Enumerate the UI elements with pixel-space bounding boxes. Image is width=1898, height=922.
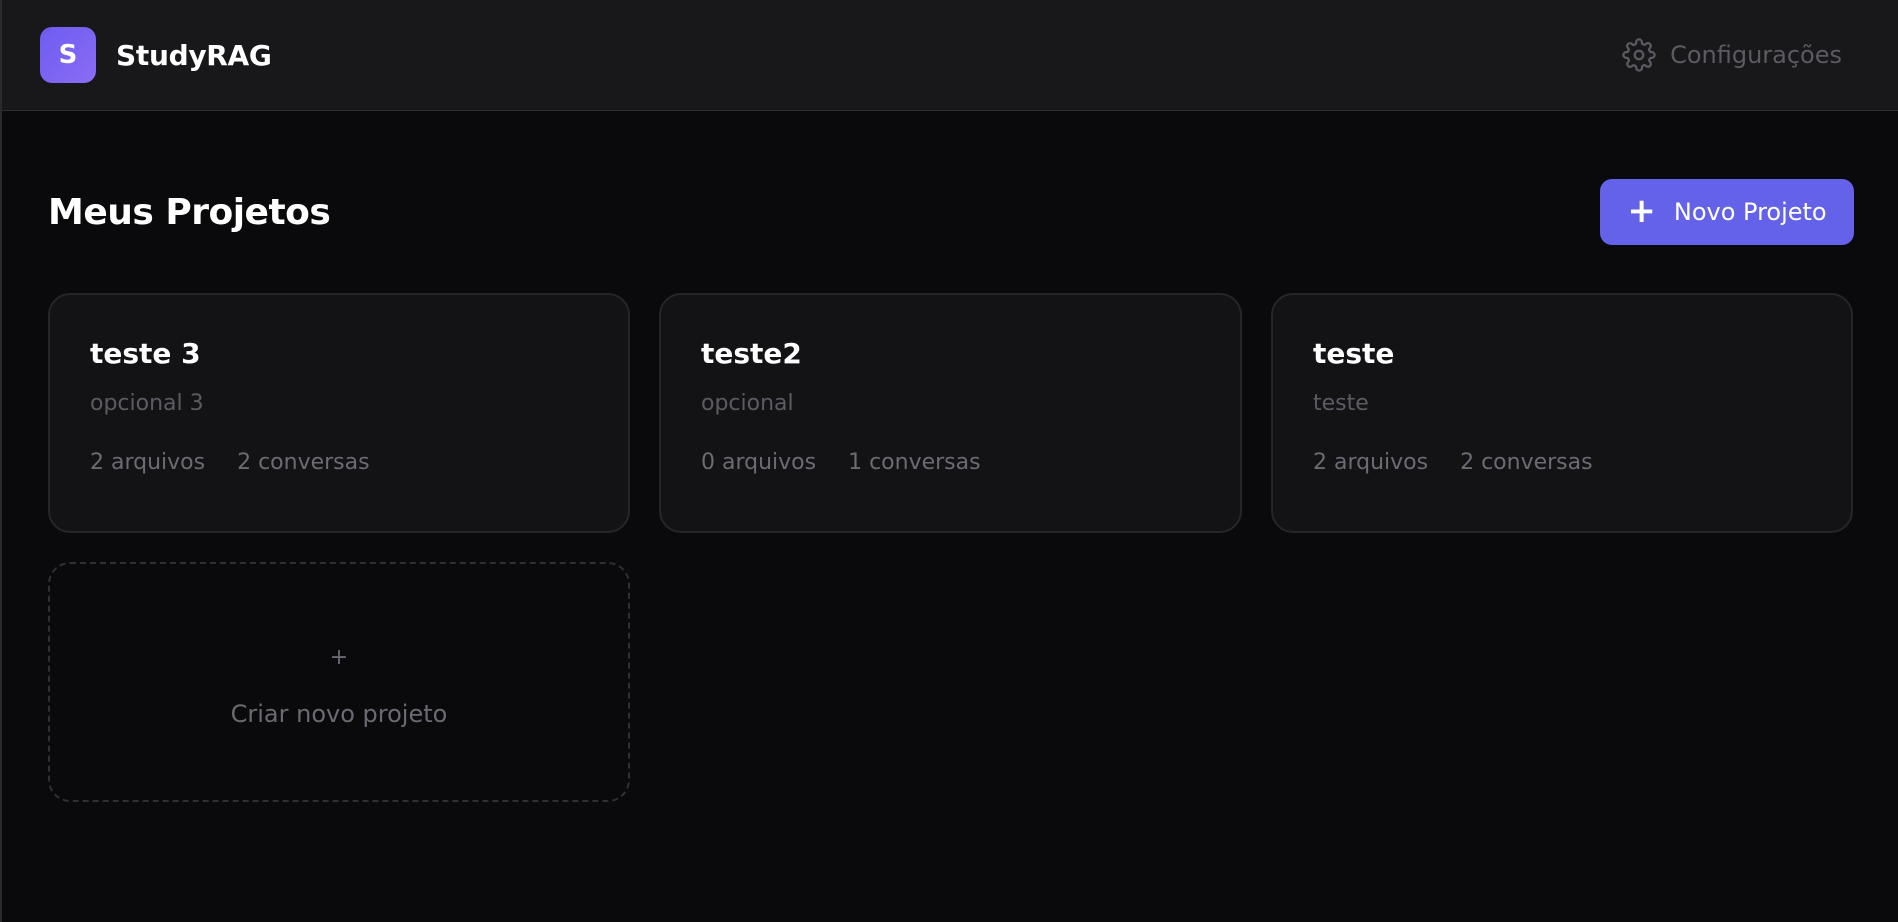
- main-content: Meus Projetos + Novo Projeto teste 3 opc…: [2, 167, 1898, 802]
- conversations-count: 2 conversas: [237, 450, 370, 475]
- project-card[interactable]: teste teste 2 arquivos 2 conversas: [1271, 293, 1853, 533]
- plus-icon: +: [1627, 190, 1656, 231]
- plus-icon: +: [329, 644, 349, 670]
- top-header: S StudyRAG Configurações: [2, 0, 1898, 111]
- page-header: Meus Projetos + Novo Projeto: [48, 167, 1854, 257]
- create-project-label: Criar novo projeto: [230, 699, 448, 728]
- project-meta: 2 arquivos 2 conversas: [1313, 450, 1811, 475]
- app-name: StudyRAG: [116, 38, 272, 72]
- create-project-card[interactable]: + Criar novo projeto: [48, 562, 630, 802]
- files-count: 2 arquivos: [90, 450, 206, 475]
- new-project-button[interactable]: + Novo Projeto: [1600, 179, 1854, 245]
- files-count: 2 arquivos: [1313, 450, 1429, 475]
- projects-grid: teste 3 opcional 3 2 arquivos 2 conversa…: [48, 293, 1854, 802]
- settings-button[interactable]: Configurações: [1622, 38, 1842, 72]
- brand[interactable]: S StudyRAG: [40, 27, 272, 83]
- project-meta: 2 arquivos 2 conversas: [90, 450, 588, 475]
- app-window: S StudyRAG Configurações Meus Projetos +…: [0, 0, 1898, 922]
- conversations-count: 1 conversas: [848, 450, 981, 475]
- new-project-label: Novo Projeto: [1673, 198, 1827, 226]
- conversations-count: 2 conversas: [1460, 450, 1593, 475]
- project-description: opcional 3: [90, 391, 204, 416]
- files-count: 0 arquivos: [701, 450, 817, 475]
- project-meta: 0 arquivos 1 conversas: [701, 450, 1200, 475]
- project-description: opcional: [701, 391, 794, 416]
- project-description: teste: [1313, 391, 1369, 416]
- logo: S: [40, 27, 96, 83]
- project-card[interactable]: teste2 opcional 0 arquivos 1 conversas: [659, 293, 1242, 533]
- project-name: teste2: [701, 337, 802, 370]
- settings-label: Configurações: [1670, 41, 1842, 69]
- project-name: teste 3: [90, 337, 201, 370]
- project-name: teste: [1313, 337, 1395, 370]
- gear-icon: [1622, 38, 1656, 72]
- page-title: Meus Projetos: [48, 191, 331, 233]
- project-card[interactable]: teste 3 opcional 3 2 arquivos 2 conversa…: [48, 293, 630, 533]
